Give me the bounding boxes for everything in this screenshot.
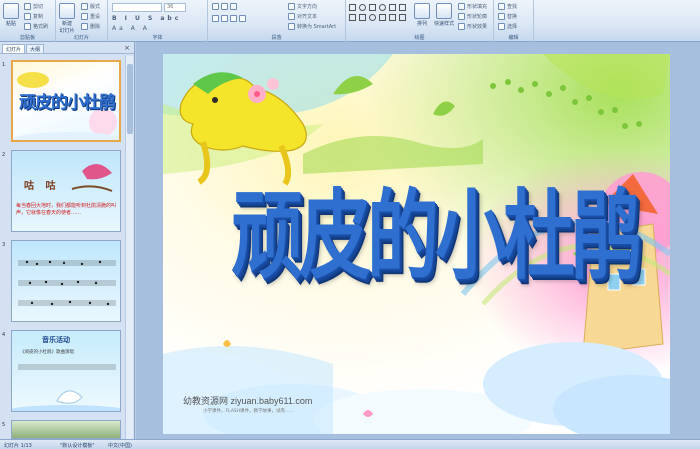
close-panel-icon[interactable]: × xyxy=(124,44,130,52)
watermark-site: 幼教资源网 ziyuan.baby611.com xyxy=(183,396,313,406)
slide-4-title: 音乐活动 xyxy=(42,336,70,344)
font-size-select[interactable]: 36 xyxy=(164,3,186,12)
quick-styles-icon xyxy=(436,3,452,19)
slide-2-text: 每当春回大地时，我们都能听到杜鹃清脆的叫声，它就像在春天的使者…… xyxy=(16,203,117,216)
smartart-icon xyxy=(288,23,295,30)
slides-group: 新建 幻灯片 版式 重设 删除 幻灯片 xyxy=(56,0,108,42)
cut-button[interactable]: 剪切 xyxy=(24,3,43,10)
delete-icon xyxy=(81,23,88,30)
panel-tabs: 幻灯片 大纲 xyxy=(0,42,134,54)
theme-name: "默认设计模板" xyxy=(60,443,95,449)
font-color-buttons[interactable]: Aa A A xyxy=(112,25,150,32)
copy-icon xyxy=(24,13,31,20)
reset-icon xyxy=(81,13,88,20)
replace-button[interactable]: 替换 xyxy=(498,13,517,20)
paste-button[interactable]: 粘贴 xyxy=(3,3,19,27)
list-buttons[interactable] xyxy=(212,3,237,10)
slide-number: 3 xyxy=(2,242,6,248)
align-text-button[interactable]: 对齐文本 xyxy=(288,13,317,20)
slides-panel: 幻灯片 大纲 × 1 顽皮的小杜鹃 2 咕 咕 每当春回大地时，我们都能听到杜鹃… xyxy=(0,42,135,439)
font-format-buttons[interactable]: B I U S abc xyxy=(112,15,181,22)
slide-counter: 幻灯片 1/13 xyxy=(4,443,32,449)
slide-number: 2 xyxy=(2,152,6,158)
find-button[interactable]: 查找 xyxy=(498,3,517,10)
justify-icon xyxy=(239,15,246,22)
slide-1-title: 顽皮的小杜鹃 xyxy=(19,93,116,113)
slide-3-score xyxy=(18,260,116,306)
text-direction-button[interactable]: 文字方向 xyxy=(288,3,317,10)
shape-effects-button[interactable]: 形状效果 xyxy=(458,23,487,30)
editing-group: 查找 替换 选择 编辑 xyxy=(494,0,534,42)
slide-title[interactable]: 顽皮的小杜鹃 xyxy=(231,156,643,298)
slide-number: 4 xyxy=(2,332,6,338)
align-left-icon xyxy=(212,15,219,22)
find-icon xyxy=(498,3,505,10)
new-slide-icon xyxy=(59,3,75,19)
status-bar: 幻灯片 1/13 "默认设计模板" 中文(中国) xyxy=(0,439,700,449)
scissors-icon xyxy=(24,3,31,10)
watermark-subtitle: 小学课件，FLASH课件，教学故事，试卷…… xyxy=(203,409,295,414)
select-icon xyxy=(498,23,505,30)
indent-icon xyxy=(230,3,237,10)
new-slide-button[interactable]: 新建 幻灯片 xyxy=(59,3,75,34)
slide-thumbnail-3[interactable] xyxy=(11,240,121,322)
slide-editor: 顽皮的小杜鹃 幼教资源网 ziyuan.baby611.com 小学课件，FLA… xyxy=(136,42,700,439)
slide-thumbnail-2[interactable]: 咕 咕 每当春回大地时，我们都能听到杜鹃清脆的叫声，它就像在春天的使者…… xyxy=(11,150,121,232)
layout-icon xyxy=(81,3,88,10)
text-direction-icon xyxy=(288,3,295,10)
delete-button[interactable]: 删除 xyxy=(81,23,100,30)
quick-styles-button[interactable]: 快速样式 xyxy=(434,3,454,27)
effects-icon xyxy=(458,23,465,30)
slide-4-text: 《顽皮的小杜鹃》歌曲演唱 xyxy=(20,350,74,355)
tab-outline[interactable]: 大纲 xyxy=(26,44,45,53)
clipboard-group: 粘贴 剪切 复制 格式刷 剪贴板 xyxy=(0,0,56,42)
current-slide[interactable]: 顽皮的小杜鹃 幼教资源网 ziyuan.baby611.com 小学课件，FLA… xyxy=(163,54,670,434)
shape-fill-button[interactable]: 形状填充 xyxy=(458,3,487,10)
reset-button[interactable]: 重设 xyxy=(81,13,100,20)
shapes-gallery-row2[interactable] xyxy=(349,14,407,21)
align-buttons[interactable] xyxy=(212,15,246,22)
drawing-group: 排列 快速样式 形状填充 形状轮廓 形状效果 绘图 xyxy=(346,0,494,42)
bullets-icon xyxy=(212,3,219,10)
panel-scrollbar[interactable] xyxy=(125,56,133,439)
language: 中文(中国) xyxy=(108,443,132,449)
align-text-icon xyxy=(288,13,295,20)
shape-outline-button[interactable]: 形状轮廓 xyxy=(458,13,487,20)
smartart-button[interactable]: 转换为 SmartArt xyxy=(288,23,336,30)
align-center-icon xyxy=(221,15,228,22)
arrange-icon xyxy=(414,3,430,19)
select-button[interactable]: 选择 xyxy=(498,23,517,30)
slide-number: 5 xyxy=(2,422,6,428)
ribbon: 粘贴 剪切 复制 格式刷 剪贴板 新建 幻灯片 版式 重设 删除 幻灯片 36 … xyxy=(0,0,700,42)
layout-button[interactable]: 版式 xyxy=(81,3,100,10)
numbering-icon xyxy=(221,3,228,10)
tab-slides[interactable]: 幻灯片 xyxy=(2,44,26,53)
paste-icon xyxy=(3,3,19,19)
align-right-icon xyxy=(230,15,237,22)
brush-icon xyxy=(24,23,31,30)
slide-2-title: 咕 咕 xyxy=(24,181,60,192)
fill-icon xyxy=(458,3,465,10)
replace-icon xyxy=(498,13,505,20)
scrollbar-thumb[interactable] xyxy=(127,64,133,134)
paragraph-group: 文字方向 对齐文本 转换为 SmartArt 段落 xyxy=(208,0,346,42)
font-group: 36 B I U S abc Aa A A 字体 xyxy=(108,0,208,42)
copy-button[interactable]: 复制 xyxy=(24,13,43,20)
font-name-select[interactable] xyxy=(112,3,162,12)
format-painter-button[interactable]: 格式刷 xyxy=(24,23,48,30)
arrange-button[interactable]: 排列 xyxy=(414,3,430,27)
slide-thumbnail-4[interactable]: 音乐活动 《顽皮的小杜鹃》歌曲演唱 xyxy=(11,330,121,412)
shapes-gallery[interactable] xyxy=(349,4,407,11)
slide-thumbnail-5[interactable] xyxy=(11,420,121,439)
slide-thumbnail-1[interactable]: 顽皮的小杜鹃 xyxy=(11,60,121,142)
outline-icon xyxy=(458,13,465,20)
slide-number: 1 xyxy=(2,62,6,68)
